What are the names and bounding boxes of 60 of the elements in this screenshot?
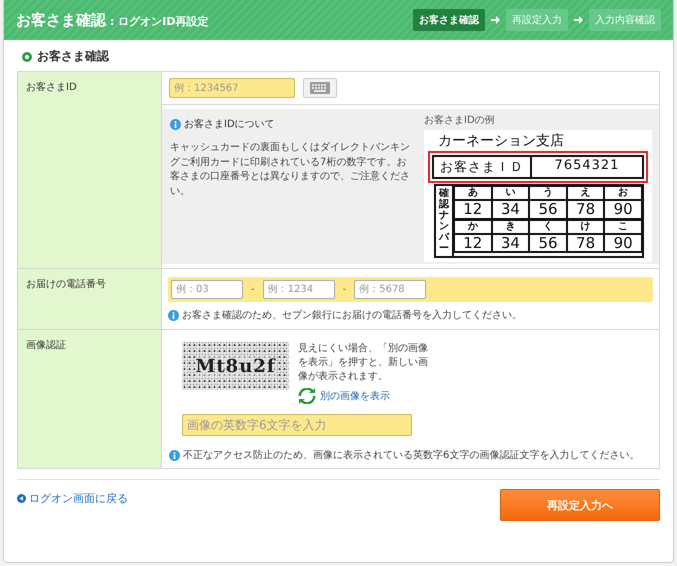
key-cell: う [529, 186, 567, 200]
phone-input-field[interactable]: 例：1234 [262, 280, 335, 300]
page-title: お客さま確認 [16, 10, 106, 30]
key-cell: く [529, 220, 567, 234]
field-label-text: お届けの電話番号 [26, 279, 106, 290]
info-icon [168, 310, 179, 321]
example-title: お客さまIDの例 [424, 114, 496, 127]
phone-input-field[interactable]: 例：5678 [354, 280, 426, 300]
arrow-icon [574, 16, 583, 24]
key-cell: か [454, 220, 492, 234]
field-label-text: お客さまID [26, 82, 77, 93]
step-indicator: お客さま確認 [413, 9, 485, 31]
number-cell: 12 [454, 200, 492, 220]
card-id-value: 7654321 [532, 155, 644, 180]
info-icon [169, 450, 180, 461]
number-cell: 12 [454, 234, 492, 254]
number-cell: 34 [492, 200, 530, 220]
key-cell: い [492, 186, 530, 200]
captcha-input-field[interactable]: 画像の英数字6文字を入力 [182, 414, 412, 436]
arrow-icon [491, 16, 500, 24]
key-cell: き [492, 220, 530, 234]
number-cell: 90 [604, 200, 642, 220]
key-cell: え [566, 186, 604, 200]
back-link[interactable]: ログオン画面に戻る [17, 491, 128, 506]
keyboard-icon [310, 82, 330, 94]
info-icon [170, 118, 181, 130]
key-cell: あ [454, 186, 492, 200]
refresh-icon [298, 388, 316, 404]
separator: - [342, 284, 346, 296]
card-id-label: お客さまＩＤ [432, 155, 532, 180]
phone-input-field[interactable]: 例：03 [171, 280, 243, 300]
hint-text: 見えにくい場合、「別の画像を表示」を押すと、新しい画像が表示されます。 [298, 342, 429, 384]
keyboard-button[interactable] [303, 78, 337, 98]
number-cell: 56 [529, 200, 567, 220]
field-label-text: 画像認証 [26, 340, 66, 352]
note-text: 不正なアクセス防止のため、画像に表示されている英数字6文字の画像認証文字を入力してください。 [183, 448, 640, 462]
refresh-link[interactable]: 別の画像を表示 [298, 388, 390, 404]
branch-name: カーネーション支店 [438, 134, 565, 150]
ring-icon [22, 52, 32, 62]
key-cell: お [604, 186, 642, 200]
number-cell: 78 [566, 234, 604, 254]
back-arrow-icon [17, 494, 26, 504]
number-cell: 90 [604, 234, 642, 254]
step-indicator: 入力内容確認 [589, 9, 661, 31]
note-text: お客さま確認のため、セブン銀行にお届けの電話番号を入力してください。 [182, 308, 522, 322]
separator: - [251, 284, 255, 296]
submit-button[interactable]: 再設定入力へ [500, 489, 660, 522]
number-cell: 34 [492, 234, 530, 254]
number-cell: 56 [529, 234, 567, 254]
step-indicator: 再設定入力 [506, 9, 568, 31]
key-cell: こ [604, 220, 642, 234]
info-text: キャッシュカードの裏面もしくはダイレクトバンキングご利用カードに印刷されている7桁の数字です。お客さまの口座番号とは異なりますので、ご注意ください。 [170, 141, 411, 198]
page-subtitle: : ログオンID再設定 [110, 14, 208, 28]
confirm-number-label: 確認ナンバー [436, 186, 454, 256]
info-title: お客さまIDについて [184, 118, 275, 131]
number-cell: 78 [566, 200, 604, 220]
id-input-field[interactable]: 例：1234567 [169, 78, 295, 98]
key-cell: け [566, 220, 604, 234]
captcha-text: Mt8u2f [195, 356, 276, 377]
section-title: お客さま確認 [37, 48, 109, 65]
